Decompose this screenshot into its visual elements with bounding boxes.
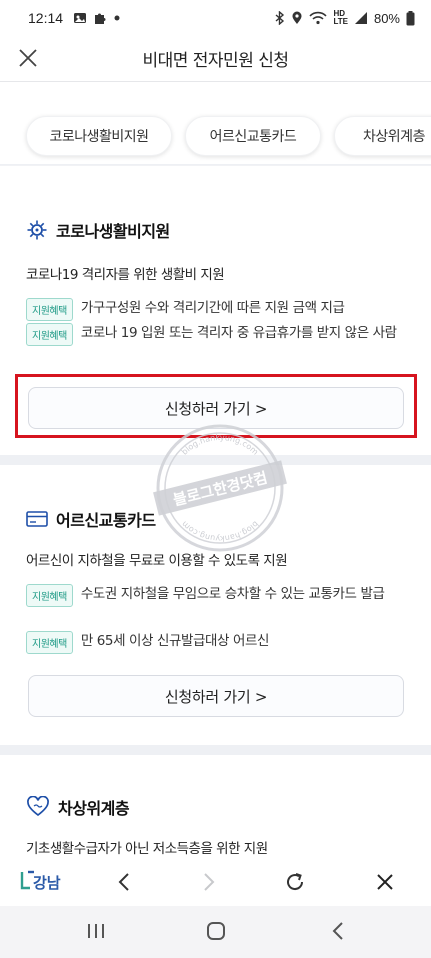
benefit-text: 만 65세 이상 신규발급대상 어르신: [80, 633, 270, 649]
section-description: 기초생활수급자가 아닌 저소득층을 위한 지원: [26, 841, 268, 857]
network-label: HD LTE: [333, 9, 348, 26]
chip-low-income[interactable]: 차상위계층: [334, 116, 431, 156]
benefit-item: 지원혜택 코로나 19 입원 또는 격리자 중 유급휴가를 받지 않은 사람: [26, 322, 406, 346]
benefit-item: 지원혜택 수도권 지하철을 무임으로 승차할 수 있는 교통카드 발급: [26, 583, 406, 607]
gangnam-logo[interactable]: 강남: [20, 868, 62, 894]
battery-icon: [406, 10, 415, 25]
bluetooth-icon: [275, 11, 285, 25]
recent-apps-icon[interactable]: [85, 922, 107, 940]
chip-senior-card[interactable]: 어르신교통카드: [185, 116, 321, 156]
system-nav-bar: [0, 906, 431, 958]
puzzle-icon: [95, 13, 106, 24]
gallery-icon: [74, 13, 87, 23]
benefit-badge: 지원혜택: [26, 584, 73, 607]
section-low-income: 차상위계층 기초생활수급자가 아닌 저소득층을 위한 지원: [0, 755, 431, 858]
apply-button[interactable]: 신청하러 가기 >: [28, 675, 404, 717]
watermark-text: 블로그한경닷컴: [171, 469, 269, 510]
section-description: 코로나19 격리자를 위한 생활비 지원: [26, 267, 225, 283]
benefit-badge: 지원혜택: [26, 631, 73, 654]
close-icon[interactable]: [16, 46, 40, 70]
svg-text:blog.hankyung.com: blog.hankyung.com: [180, 519, 260, 543]
app-header: 비대면 전자민원 신청: [0, 36, 431, 82]
home-icon[interactable]: [205, 920, 227, 942]
benefit-badge: 지원혜택: [26, 323, 73, 346]
location-icon: [292, 11, 302, 24]
refresh-icon[interactable]: [283, 870, 307, 894]
heart-hand-icon: [27, 796, 49, 817]
signal-icon: [354, 12, 367, 24]
virus-icon: [27, 220, 47, 240]
close-browser-icon[interactable]: [373, 870, 397, 894]
system-back-icon[interactable]: [328, 920, 348, 942]
chip-covid-support[interactable]: 코로나생활비지원: [26, 116, 172, 156]
svg-text:강남: 강남: [33, 874, 61, 892]
status-bar: 12:14 HD LTE 80%: [0, 0, 431, 36]
dot-icon: [114, 15, 120, 21]
benefit-text: 가구구성원 수와 격리기간에 따른 지원 금액 지급: [80, 300, 345, 316]
svg-text:blog.hankyung.com: blog.hankyung.com: [180, 433, 260, 457]
wifi-icon: [309, 11, 328, 25]
status-time: 12:14: [28, 10, 64, 26]
benefit-item: 지원혜택 만 65세 이상 신규발급대상 어르신: [26, 630, 406, 654]
battery-percent: 80%: [373, 10, 400, 26]
benefit-text: 코로나 19 입원 또는 격리자 중 유급휴가를 받지 않은 사람: [80, 325, 397, 341]
benefit-badge: 지원혜택: [26, 298, 73, 321]
forward-icon[interactable]: [196, 870, 220, 894]
benefit-item: 지원혜택 가구구성원 수와 격리기간에 따른 지원 금액 지급: [26, 297, 406, 321]
watermark-stamp: blog.hankyung.com blog.hankyung.com 블로그한…: [153, 424, 287, 552]
section-title: 코로나생활비지원: [26, 218, 170, 242]
benefit-text: 수도권 지하철을 무임으로 승차할 수 있는 교통카드 발급: [80, 586, 385, 602]
section-title: 차상위계층: [26, 795, 130, 819]
category-chip-row[interactable]: 코로나생활비지원 어르신교통카드 차상위계층: [0, 82, 431, 164]
bottom-browser-nav: 강남: [0, 858, 431, 906]
page-title: 비대면 전자민원 신청: [142, 51, 289, 71]
back-icon[interactable]: [113, 870, 137, 894]
section-covid-support: 코로나생활비지원 코로나19 격리자를 위한 생활비 지원 지원혜택 가구구성원…: [0, 165, 431, 455]
section-title: 어르신교통카드: [26, 507, 156, 531]
card-icon: [26, 511, 48, 527]
